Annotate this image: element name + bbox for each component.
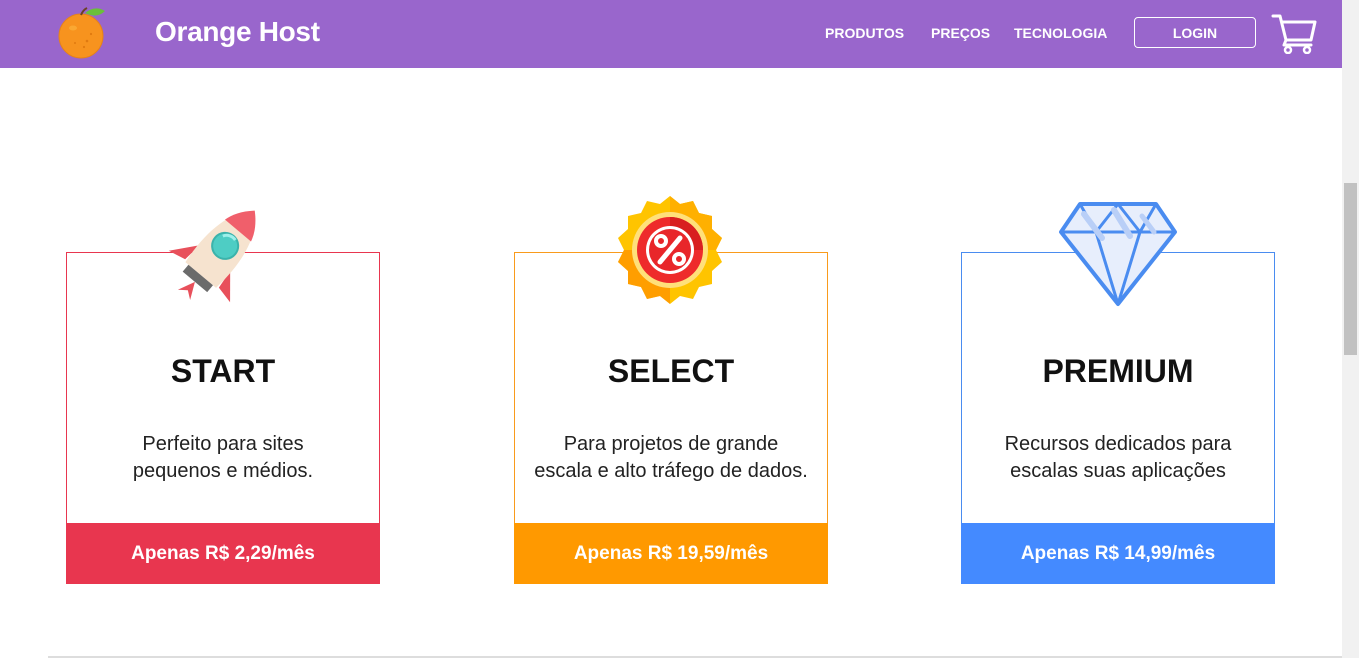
brand-name[interactable]: Orange Host bbox=[155, 16, 320, 48]
diamond-icon bbox=[1059, 202, 1177, 306]
nav-precos[interactable]: PREÇOS bbox=[931, 25, 990, 41]
plan-description-line: Para projetos de grande bbox=[563, 433, 779, 455]
shopping-cart-icon[interactable] bbox=[1271, 12, 1317, 54]
plan-title: PREMIUM bbox=[1042, 353, 1194, 389]
plan-description-line: escalas suas aplicações bbox=[1010, 460, 1226, 482]
plan-description: Perfeito para sites pequenos e médios. bbox=[67, 431, 379, 485]
top-navbar: Orange Host PRODUTOS PREÇOS TECNOLOGIA L… bbox=[0, 0, 1342, 68]
plan-title: START bbox=[170, 353, 276, 389]
orange-icon[interactable] bbox=[57, 7, 107, 59]
percent-badge-icon bbox=[618, 196, 722, 304]
plan-description: Para projetos de grande escala e alto tr… bbox=[515, 431, 827, 485]
plan-description-line: Recursos dedicados para bbox=[1004, 433, 1232, 455]
scrollbar-thumb[interactable] bbox=[1344, 183, 1357, 355]
plan-title: SELECT bbox=[607, 353, 735, 389]
page: Orange Host PRODUTOS PREÇOS TECNOLOGIA L… bbox=[0, 0, 1359, 658]
plan-price-button[interactable]: Apenas R$ 14,99/mês bbox=[961, 523, 1275, 584]
nav-produtos[interactable]: PRODUTOS bbox=[825, 25, 904, 41]
vertical-scrollbar[interactable] bbox=[1342, 0, 1359, 658]
plan-price-button[interactable]: Apenas R$ 19,59/mês bbox=[514, 523, 828, 584]
plan-description: Recursos dedicados para escalas suas apl… bbox=[962, 431, 1274, 485]
plan-price-button[interactable]: Apenas R$ 2,29/mês bbox=[66, 523, 380, 584]
rocket-icon bbox=[168, 210, 256, 303]
plan-description-line: Perfeito para sites bbox=[142, 433, 304, 455]
login-button[interactable]: LOGIN bbox=[1134, 17, 1256, 48]
nav-tecnologia[interactable]: TECNOLOGIA bbox=[1014, 25, 1107, 41]
plan-description-line: escala e alto tráfego de dados. bbox=[534, 460, 808, 482]
plan-description-line: pequenos e médios. bbox=[132, 460, 314, 482]
